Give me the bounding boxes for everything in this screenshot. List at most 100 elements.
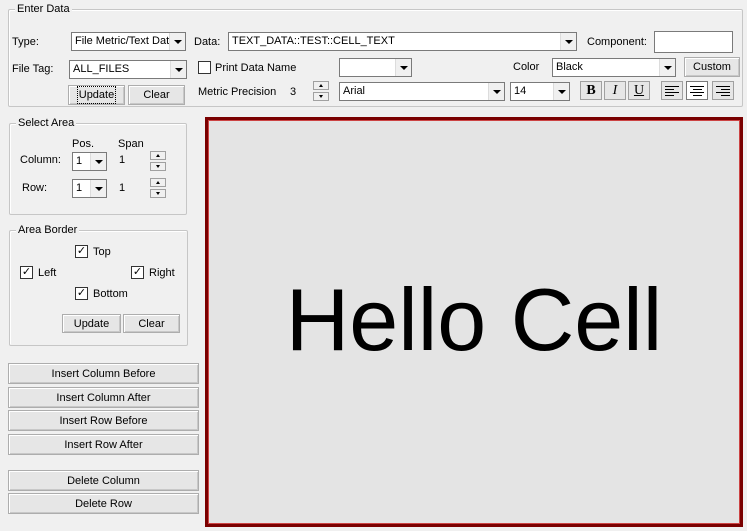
print-data-name-checkbox[interactable] (198, 61, 211, 74)
bold-icon: B (586, 82, 596, 98)
clear-data-button[interactable]: Clear (128, 85, 185, 105)
cell-preview[interactable]: Hello Cell (205, 117, 743, 527)
spin-up-icon[interactable] (313, 81, 329, 90)
insert-column-after-label: Insert Column After (56, 391, 151, 404)
type-label: Type: (12, 36, 39, 48)
italic-button[interactable]: I (604, 81, 626, 100)
extra-select[interactable] (339, 58, 412, 77)
underline-icon: U (633, 82, 645, 98)
color-select[interactable]: Black (552, 58, 676, 77)
insert-column-before-label: Insert Column Before (51, 367, 156, 380)
chevron-down-icon[interactable] (553, 83, 569, 100)
insert-row-before-button[interactable]: Insert Row Before (8, 410, 199, 431)
enter-data-legend: Enter Data (15, 2, 72, 16)
chevron-down-icon[interactable] (395, 59, 411, 76)
left-border-checkbox[interactable]: ✓ (20, 266, 33, 279)
insert-row-after-label: Insert Row After (64, 438, 143, 451)
row-span-value: 1 (119, 182, 126, 194)
column-pos-value: 1 (76, 155, 83, 167)
chevron-down-icon[interactable] (90, 153, 106, 170)
column-pos-select[interactable]: 1 (72, 152, 107, 171)
print-data-name-label: Print Data Name (215, 62, 297, 74)
align-left-button[interactable] (661, 81, 683, 100)
check-icon: ✓ (76, 287, 87, 299)
data-value: TEXT_DATA::TEST::CELL_TEXT (232, 35, 395, 47)
file-tag-label: File Tag: (12, 63, 54, 75)
chevron-down-icon[interactable] (659, 59, 675, 76)
bottom-border-label: Bottom (93, 288, 128, 300)
row-span-spinner[interactable] (150, 178, 166, 199)
pos-header: Pos. (72, 138, 95, 150)
data-label: Data: (194, 36, 221, 48)
data-select[interactable]: TEXT_DATA::TEST::CELL_TEXT (228, 32, 577, 51)
update-border-button[interactable]: Update (62, 314, 121, 333)
component-label: Component: (587, 36, 647, 48)
spin-up-icon[interactable] (150, 178, 166, 187)
delete-row-button[interactable]: Delete Row (8, 493, 199, 514)
update-border-label: Update (73, 317, 110, 330)
align-center-icon (690, 85, 704, 96)
spin-down-icon[interactable] (313, 92, 329, 101)
component-input[interactable] (654, 31, 733, 53)
file-tag-select[interactable]: ALL_FILES (69, 60, 187, 79)
right-border-checkbox[interactable]: ✓ (131, 266, 144, 279)
file-tag-value: ALL_FILES (73, 63, 130, 75)
delete-row-label: Delete Row (75, 497, 132, 510)
align-left-icon (665, 85, 679, 96)
column-label: Column: (20, 154, 61, 166)
row-pos-value: 1 (76, 182, 83, 194)
font-size-value: 14 (514, 85, 527, 97)
top-border-checkbox[interactable]: ✓ (75, 245, 88, 258)
align-right-icon (716, 85, 730, 96)
row-label: Row: (22, 182, 48, 194)
insert-column-before-button[interactable]: Insert Column Before (8, 363, 199, 384)
column-span-value: 1 (119, 154, 126, 166)
spin-up-icon[interactable] (150, 151, 166, 160)
select-area-legend: Select Area (16, 116, 77, 130)
metric-precision-label: Metric Precision (198, 86, 277, 98)
metric-precision-value: 3 (290, 86, 297, 98)
chevron-down-icon[interactable] (560, 33, 576, 50)
clear-data-label: Clear (143, 89, 170, 101)
area-border-legend: Area Border (16, 223, 80, 237)
right-border-label: Right (149, 267, 175, 279)
update-data-button[interactable]: Update (68, 85, 125, 105)
delete-column-label: Delete Column (67, 474, 140, 487)
type-value: File Metric/Text Dat (75, 35, 170, 47)
row-pos-select[interactable]: 1 (72, 179, 107, 198)
align-center-button[interactable] (686, 81, 708, 100)
font-size-select[interactable]: 14 (510, 82, 570, 101)
insert-row-after-button[interactable]: Insert Row After (8, 434, 199, 455)
color-value: Black (556, 61, 583, 73)
check-icon: ✓ (76, 245, 87, 257)
underline-button[interactable]: U (628, 81, 650, 100)
column-span-spinner[interactable] (150, 151, 166, 172)
color-label: Color (513, 61, 540, 73)
chevron-down-icon[interactable] (488, 83, 504, 100)
delete-column-button[interactable]: Delete Column (8, 470, 199, 491)
custom-color-label: Custom (693, 61, 731, 73)
clear-border-label: Clear (138, 317, 165, 330)
align-right-button[interactable] (712, 81, 734, 100)
insert-column-after-button[interactable]: Insert Column After (8, 387, 199, 408)
chevron-down-icon[interactable] (90, 180, 106, 197)
type-select[interactable]: File Metric/Text Dat (71, 32, 186, 51)
insert-row-before-label: Insert Row Before (59, 414, 148, 427)
font-value: Arial (343, 85, 366, 97)
metric-precision-spinner[interactable] (313, 81, 329, 102)
chevron-down-icon[interactable] (169, 33, 185, 50)
bold-button[interactable]: B (580, 81, 602, 100)
spin-down-icon[interactable] (150, 162, 166, 171)
italic-icon: I (612, 82, 618, 98)
span-header: Span (118, 138, 144, 150)
clear-border-button[interactable]: Clear (123, 314, 180, 333)
font-select[interactable]: Arial (339, 82, 505, 101)
cell-preview-text: Hello Cell (285, 270, 663, 369)
update-data-label: Update (76, 86, 117, 104)
check-icon: ✓ (21, 266, 32, 278)
spin-down-icon[interactable] (150, 189, 166, 198)
chevron-down-icon[interactable] (170, 61, 186, 78)
top-border-label: Top (93, 246, 111, 258)
custom-color-button[interactable]: Custom (684, 57, 740, 77)
bottom-border-checkbox[interactable]: ✓ (75, 287, 88, 300)
